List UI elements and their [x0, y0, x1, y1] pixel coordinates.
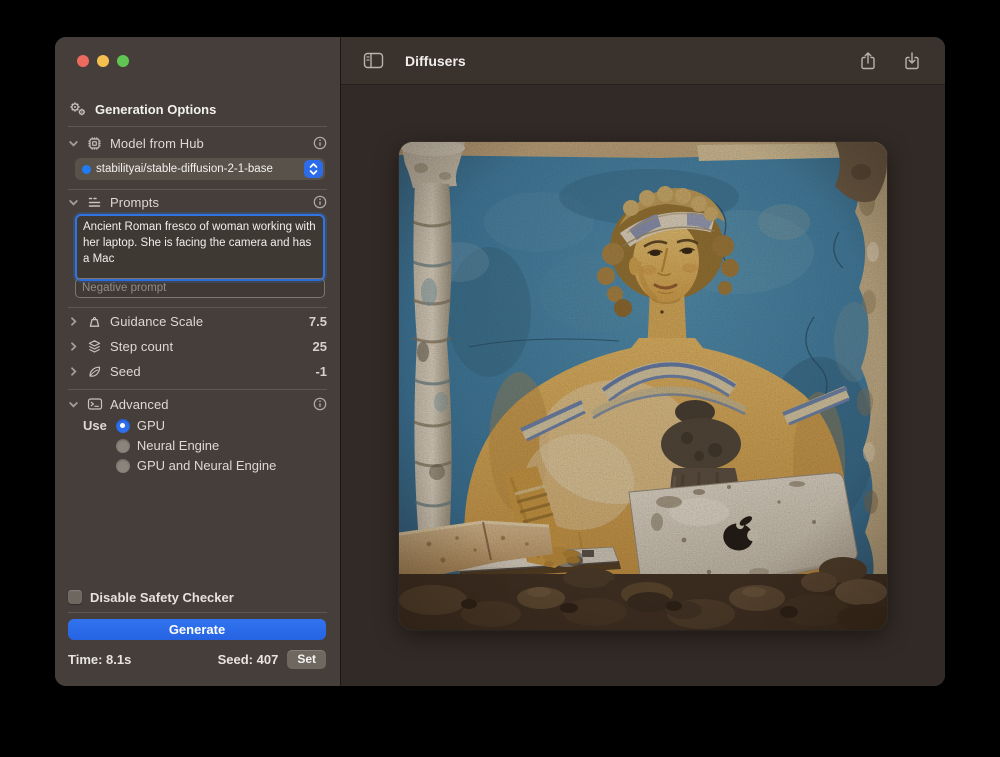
zoom-button[interactable] [117, 55, 129, 67]
layers-stack-icon [86, 339, 103, 354]
model-section-row: Model from Hub [68, 131, 327, 155]
model-section-label: Model from Hub [110, 136, 306, 151]
gears-icon [68, 101, 87, 117]
model-select-value: stabilityai/stable-diffusion-2-1-base [96, 163, 304, 175]
guidance-scale-label: Guidance Scale [110, 314, 302, 329]
divider [68, 126, 327, 127]
prompts-section-label: Prompts [110, 195, 306, 210]
radio-icon[interactable] [116, 419, 130, 433]
share-icon[interactable] [859, 51, 877, 71]
generated-image[interactable] [399, 142, 887, 630]
radio-option-gpu-and-neural-engine[interactable]: GPU and Neural Engine [116, 458, 276, 473]
radio-label: GPU [137, 418, 165, 433]
radio-option-gpu[interactable]: GPU [116, 418, 276, 433]
radio-label: GPU and Neural Engine [137, 458, 276, 473]
advanced-section-row: Advanced [68, 392, 327, 416]
terminal-icon [86, 397, 103, 411]
titlebar: Diffusers [341, 37, 945, 85]
safety-checker-row[interactable]: Disable Safety Checker [68, 587, 234, 607]
guidance-scale-row: Guidance Scale 7.5 [68, 309, 327, 333]
divider [68, 307, 327, 308]
window-title: Diffusers [405, 53, 859, 69]
use-label: Use [83, 418, 107, 433]
safety-checker-label: Disable Safety Checker [90, 590, 234, 605]
sidebar-toggle-icon[interactable] [363, 52, 384, 69]
status-bar: Time: 8.1s Seed: 407 Set [68, 649, 326, 669]
text-quote-icon [86, 195, 103, 210]
compute-unit-group: Use GPU Neural Engine GPU and Neural Eng… [83, 418, 276, 473]
info-icon[interactable] [313, 195, 327, 209]
step-count-value: 25 [313, 339, 327, 354]
model-select[interactable]: stabilityai/stable-diffusion-2-1-base [75, 158, 325, 180]
close-button[interactable] [77, 55, 89, 67]
seed-label: Seed [110, 364, 308, 379]
sidebar-title: Generation Options [95, 102, 216, 117]
model-status-dot [82, 165, 91, 174]
seed-value: -1 [315, 364, 327, 379]
radio-icon[interactable] [116, 459, 130, 473]
leaf-icon [86, 364, 103, 379]
sidebar-header: Generation Options [68, 98, 216, 120]
cpu-chip-icon [86, 136, 103, 151]
divider [68, 612, 327, 613]
chevron-down-icon[interactable] [68, 197, 79, 208]
traffic-lights [77, 55, 129, 67]
prompt-input[interactable]: Ancient Roman fresco of woman working wi… [75, 214, 325, 281]
minimize-button[interactable] [97, 55, 109, 67]
negative-prompt-input[interactable] [75, 278, 325, 298]
image-canvas [341, 85, 945, 686]
popup-stepper-icon [304, 160, 323, 178]
chevron-down-icon[interactable] [68, 138, 79, 149]
info-icon[interactable] [313, 136, 327, 150]
scale-weight-icon [86, 314, 103, 329]
fresco-illustration [399, 142, 887, 630]
info-icon[interactable] [313, 397, 327, 411]
chevron-right-icon[interactable] [68, 366, 79, 377]
checkbox-icon[interactable] [68, 590, 82, 604]
sidebar: Generation Options Model from Hub [55, 37, 340, 686]
chevron-right-icon[interactable] [68, 341, 79, 352]
main-area: Diffusers [340, 37, 945, 686]
step-count-label: Step count [110, 339, 306, 354]
seed-status: Seed: 407 [218, 652, 279, 667]
save-icon[interactable] [903, 51, 921, 71]
chevron-right-icon[interactable] [68, 316, 79, 327]
app-window: Generation Options Model from Hub [55, 37, 945, 686]
radio-label: Neural Engine [137, 438, 219, 453]
advanced-section-label: Advanced [110, 397, 306, 412]
radio-icon[interactable] [116, 439, 130, 453]
chevron-down-icon[interactable] [68, 399, 79, 410]
divider [68, 389, 327, 390]
radio-option-neural-engine[interactable]: Neural Engine [116, 438, 276, 453]
time-status: Time: 8.1s [68, 652, 218, 667]
prompts-section-row: Prompts [68, 190, 327, 214]
seed-row: Seed -1 [68, 359, 327, 383]
generate-button[interactable]: Generate [68, 619, 326, 640]
step-count-row: Step count 25 [68, 334, 327, 358]
guidance-scale-value: 7.5 [309, 314, 327, 329]
set-seed-button[interactable]: Set [287, 650, 326, 669]
